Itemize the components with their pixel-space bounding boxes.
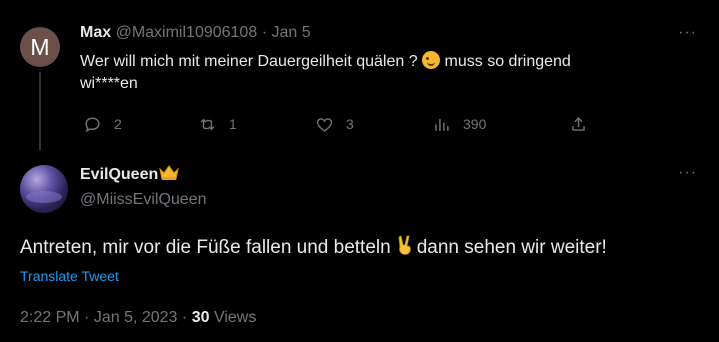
avatar[interactable]: M (20, 27, 60, 67)
tweet-text-line2: wi****en (80, 75, 138, 92)
tweet-date[interactable]: Jan 5 (271, 24, 310, 41)
like-count: 3 (346, 116, 354, 132)
reply-icon (85, 116, 100, 132)
like-button[interactable]: 3 (315, 113, 354, 135)
tweet-text-part1: Antreten, mir vor die Füße fallen und be… (20, 237, 391, 258)
translate-tweet-link[interactable]: Translate Tweet (20, 268, 119, 284)
more-icon[interactable]: ··· (678, 164, 697, 182)
victory-hand-emoji (398, 235, 411, 255)
tweet-text: Wer will mich mit meiner Dauergeilheit q… (80, 51, 680, 95)
tweet-meta: 2:22 PM · Jan 5, 2023 · 30 Views (20, 309, 256, 327)
retweet-icon (200, 118, 215, 130)
tweet-text-line1: Wer will mich mit meiner Dauergeilheit q… (80, 53, 418, 70)
reply-tweet[interactable]: M Max @Maximil10906108 · Jan 5 ··· Wer w… (0, 0, 719, 150)
tweet-text: Antreten, mir vor die Füße fallen und be… (20, 234, 607, 259)
tweet-text-part2: dann sehen wir weiter! (416, 237, 607, 258)
action-bar: 2 1 3 390 (80, 113, 600, 135)
separator: · (261, 24, 268, 41)
avatar-letter: M (30, 33, 50, 60)
retweet-button[interactable]: 1 (198, 113, 237, 135)
crown-emoji (159, 165, 180, 180)
handle[interactable]: @MiissEvilQueen (80, 191, 207, 209)
tweet-text-line1b: muss so dringend (444, 53, 571, 70)
avatar[interactable] (20, 165, 68, 213)
views-icon (435, 118, 449, 131)
display-name-text: EvilQueen (80, 166, 159, 183)
share-button[interactable] (569, 113, 588, 135)
heart-icon (316, 117, 333, 132)
tweet-time[interactable]: 2:22 PM (20, 309, 80, 326)
thread-line (39, 72, 41, 150)
views-count[interactable]: 30 (192, 309, 210, 326)
retweet-count: 1 (229, 116, 237, 132)
views-count: 390 (463, 116, 487, 132)
handle[interactable]: @Maximil10906108 (116, 24, 258, 41)
meta-dot: · (84, 309, 90, 326)
share-icon (572, 116, 585, 131)
reply-count: 2 (114, 116, 122, 132)
meta-dot-2: · (181, 309, 188, 326)
more-icon[interactable]: ··· (678, 24, 697, 42)
wink-emoji (422, 51, 441, 69)
tweet-date[interactable]: Jan 5, 2023 (94, 309, 178, 326)
display-name[interactable]: Max (80, 24, 111, 41)
reply-button[interactable]: 2 (83, 113, 122, 135)
views-label: Views (213, 309, 257, 326)
views-button[interactable]: 390 (432, 113, 486, 135)
tweet-header: Max @Maximil10906108 · Jan 5 (80, 24, 311, 42)
display-name[interactable]: EvilQueen (80, 165, 180, 184)
